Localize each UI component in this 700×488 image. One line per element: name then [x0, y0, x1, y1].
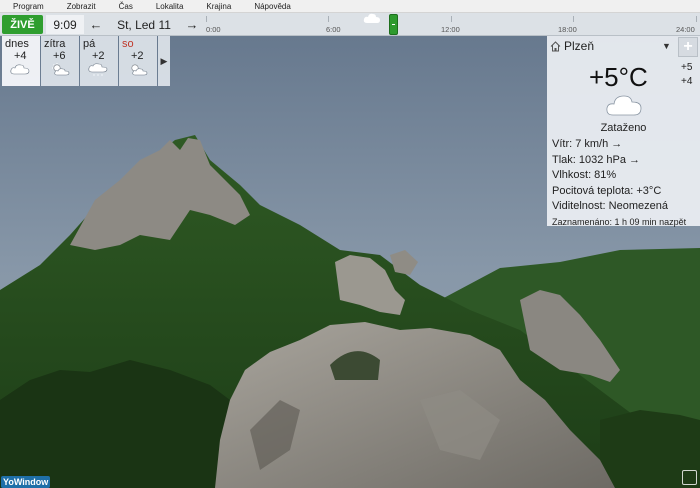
menu-time[interactable]: Čas	[119, 2, 133, 11]
day-name: dnes	[5, 38, 29, 50]
menu-bar: Program Zobrazit Čas Lokalita Krajina Ná…	[0, 0, 700, 13]
date-selector: ← St, Led 11 →	[86, 15, 202, 34]
day-temp: +2	[131, 50, 144, 62]
menu-help[interactable]: Nápověda	[254, 2, 290, 11]
rain-cloud-icon	[88, 63, 108, 76]
current-date: St, Led 11	[117, 17, 171, 32]
day-temp: +2	[92, 50, 105, 62]
weather-details: Vítr: 7 km/h → Tlak: 1032 hPa → Vlhkost:…	[552, 137, 686, 230]
max-temperature: +5	[681, 62, 693, 73]
timeline-slider[interactable]: 0:00 6:00 12:00 18:00 24:00	[205, 13, 700, 36]
time-bar: ŽIVĚ 9:09 ← St, Led 11 → 0:00 6:00 12:00…	[0, 13, 700, 36]
forecast-day[interactable]: dnes +4	[2, 36, 40, 86]
location-name: Plzeň	[564, 39, 595, 53]
tick-label: 18:00	[558, 25, 577, 34]
prev-day-button[interactable]: ←	[86, 17, 106, 32]
tick-label: 24:00	[676, 25, 695, 34]
forecast-day[interactable]: pá +2	[80, 36, 118, 86]
day-name: zítra	[44, 38, 66, 50]
day-name: pá	[83, 38, 96, 50]
cloud-icon	[10, 64, 30, 75]
day-temp: +4	[14, 50, 27, 62]
weather-condition: Zataženo	[600, 122, 647, 134]
current-temperature: +5°C	[589, 62, 648, 92]
location-dropdown-icon[interactable]: ▼	[662, 41, 671, 51]
recorded-time: Zaznamenáno: 1 h 09 min nazpět	[552, 216, 687, 227]
location-selector[interactable]: Plzeň	[550, 39, 594, 53]
day-name: so	[122, 38, 134, 50]
time-scrubber-handle[interactable]	[389, 14, 398, 35]
day-temp: +6	[53, 50, 66, 62]
tick-label: 12:00	[441, 25, 460, 34]
menu-program[interactable]: Program	[13, 2, 44, 11]
menu-location[interactable]: Lokalita	[156, 2, 184, 11]
forecast-day[interactable]: zítra +6	[41, 36, 79, 86]
temperature-range: +5 +4	[681, 61, 692, 89]
fullscreen-icon[interactable]	[682, 470, 697, 485]
home-icon	[550, 40, 561, 51]
partly-sunny-icon	[131, 64, 148, 76]
cloud-icon	[606, 95, 642, 116]
weather-panel: Plzeň ▼ + +5°C +5 +4 Zataženo Vítr: 7 km…	[547, 36, 700, 227]
forecast-next-button[interactable]: ▶	[158, 36, 170, 86]
live-button[interactable]: ŽIVĚ	[2, 15, 43, 34]
current-time[interactable]: 9:09	[46, 15, 84, 34]
next-day-button[interactable]: →	[182, 17, 202, 32]
tick-label: 6:00	[326, 25, 341, 34]
partly-sunny-icon	[52, 63, 70, 76]
forecast-day[interactable]: so +2	[119, 36, 157, 86]
humidity: Vlhkost: 81%	[552, 169, 617, 181]
wind: Vítr: 7 km/h →	[552, 138, 623, 150]
min-temperature: +4	[681, 76, 693, 87]
menu-view[interactable]: Zobrazit	[67, 2, 96, 11]
forecast-strip: dnes +4 zítra +6 pá +2 so +2 ▶	[2, 36, 170, 86]
visibility: Viditelnost: Neomezená	[552, 200, 668, 212]
tick-label: 0:00	[206, 25, 221, 34]
yowindow-logo[interactable]: YoWindow	[1, 476, 51, 488]
add-location-button[interactable]: +	[678, 37, 698, 57]
pressure: Tlak: 1032 hPa →	[552, 153, 641, 166]
cloud-icon	[363, 13, 380, 23]
menu-landscape[interactable]: Krajina	[206, 2, 231, 11]
feels-like: Pocitová teplota: +3°C	[552, 184, 662, 197]
